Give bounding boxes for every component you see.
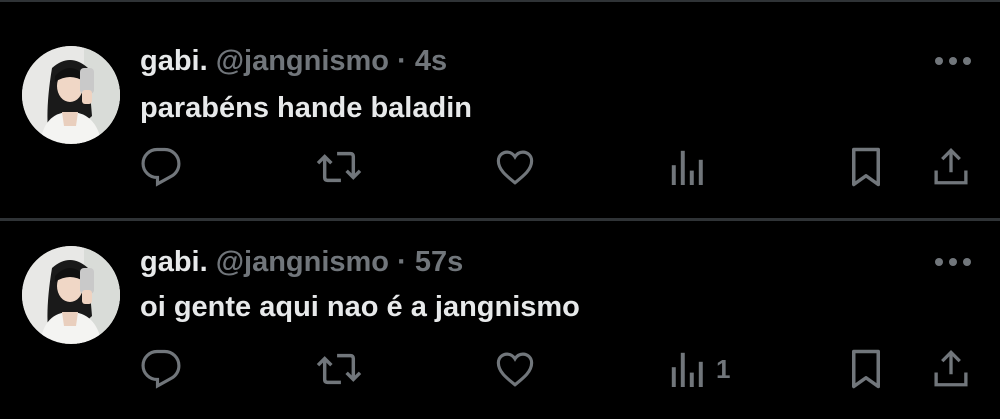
views-icon [670,349,706,389]
more-icon[interactable] [932,54,974,68]
bookmark-icon [848,348,884,390]
bookmark-button[interactable] [848,145,884,189]
share-button[interactable] [930,347,972,391]
views-icon [670,147,706,187]
tweet-header: gabi. @jangnismo · 4s [140,44,447,78]
views-button[interactable]: 1 [670,347,730,391]
share-icon [930,348,972,390]
retweet-icon [316,348,362,390]
retweet-icon [316,146,362,188]
tweet-header: gabi. @jangnismo · 57s [140,245,463,279]
tweet-text: parabéns hande baladin [140,92,472,124]
tweet[interactable]: gabi. @jangnismo · 57s oi gente aqui nao… [0,221,1000,419]
like-icon [494,348,536,390]
more-icon[interactable] [932,255,974,269]
separator-dot: · [397,45,407,77]
display-name[interactable]: gabi. [140,45,208,77]
like-button[interactable] [494,347,536,391]
display-name[interactable]: gabi. [140,246,208,278]
retweet-button[interactable] [316,347,362,391]
views-count: 1 [716,354,731,384]
tweet-actions [0,145,1000,189]
timeline-feed: gabi. @jangnismo · 4s parabéns hande bal… [0,0,1000,419]
views-button[interactable] [670,145,716,189]
like-button[interactable] [494,145,536,189]
reply-icon [140,348,182,390]
bookmark-icon [848,146,884,188]
bookmark-button[interactable] [848,347,884,391]
avatar[interactable] [22,246,120,344]
tweet-actions: 1 [0,347,1000,391]
reply-button[interactable] [140,347,182,391]
share-button[interactable] [930,145,972,189]
tweet[interactable]: gabi. @jangnismo · 4s parabéns hande bal… [0,2,1000,218]
tweet-text: oi gente aqui nao é a jangnismo [140,291,580,323]
avatar[interactable] [22,46,120,144]
retweet-button[interactable] [316,145,362,189]
like-icon [494,146,536,188]
handle[interactable]: @jangnismo [216,246,389,278]
timestamp[interactable]: 4s [415,45,447,77]
timestamp[interactable]: 57s [415,246,463,278]
separator-dot: · [397,246,407,278]
reply-button[interactable] [140,145,182,189]
reply-icon [140,146,182,188]
share-icon [930,146,972,188]
handle[interactable]: @jangnismo [216,45,389,77]
